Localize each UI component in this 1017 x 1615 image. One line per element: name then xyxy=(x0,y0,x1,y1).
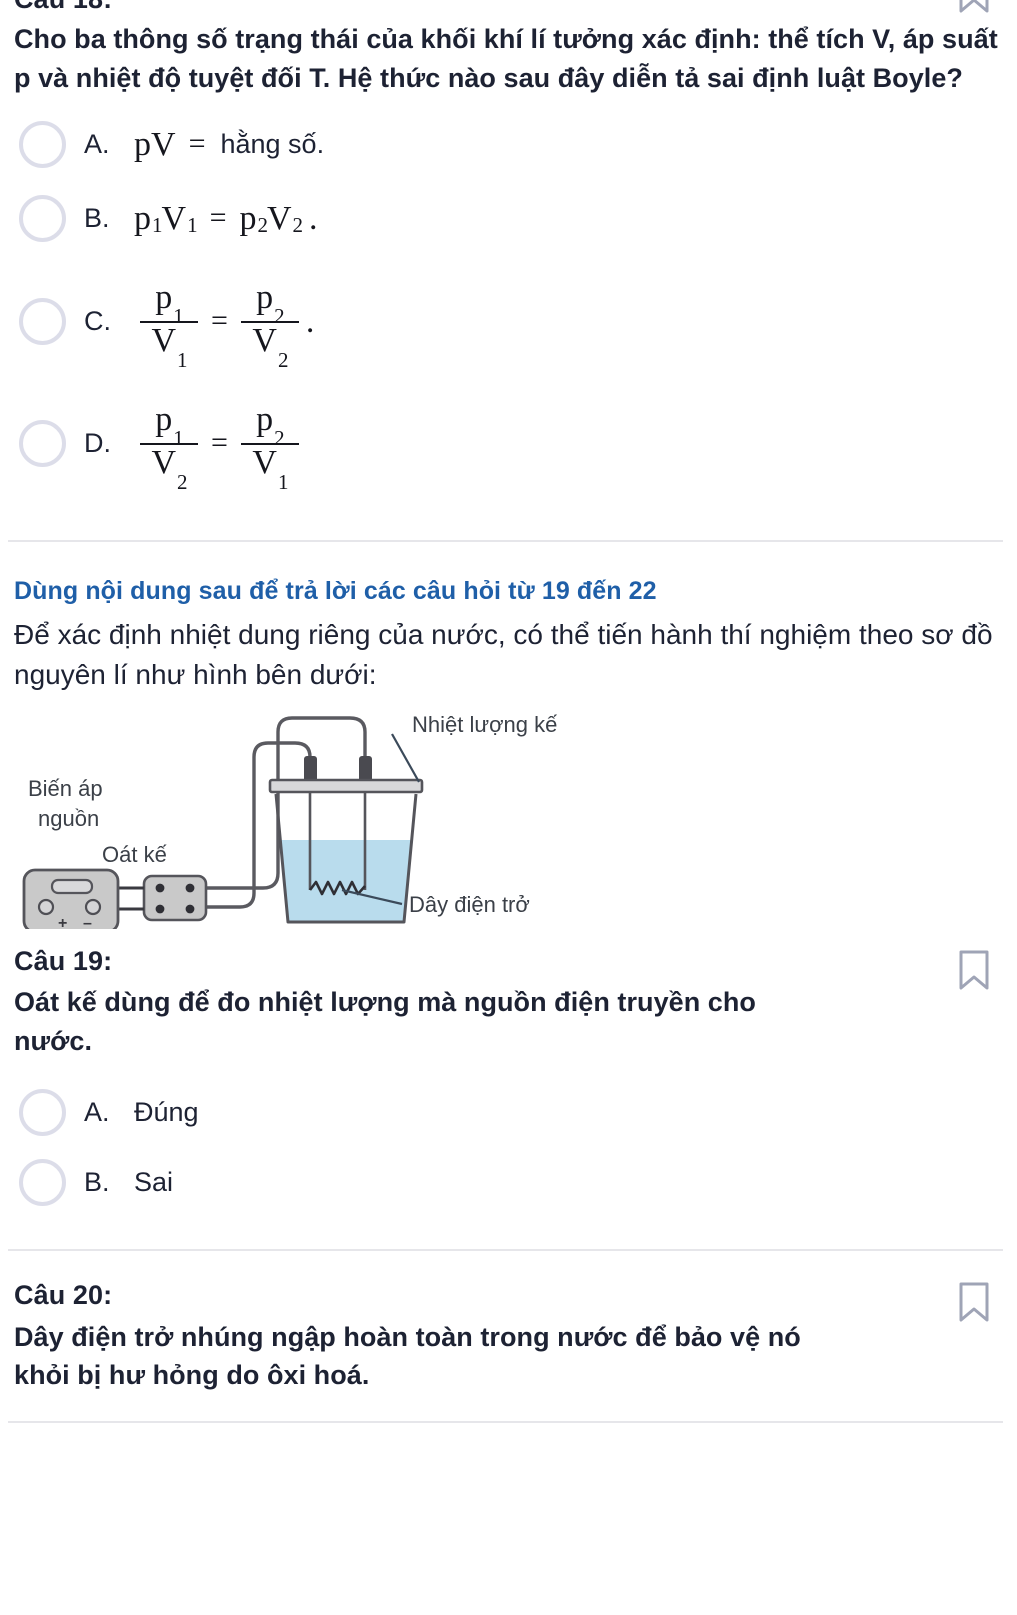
passage-block: Dùng nội dung sau để trả lời các câu hỏi… xyxy=(0,574,1017,929)
question-19-text: Oát kế dùng để đo nhiệt lượng mà nguồn đ… xyxy=(14,987,756,1057)
calorimeter-lid xyxy=(268,778,424,794)
option-c-numerator-right: p2 xyxy=(256,278,285,328)
section-divider xyxy=(8,539,1003,542)
radio-b[interactable] xyxy=(19,1158,66,1206)
terminal-minus-label: – xyxy=(83,915,92,929)
option-a[interactable]: A. Đúng xyxy=(14,1079,1003,1145)
option-b[interactable]: B. Sai xyxy=(14,1149,1003,1215)
question-20-label: Câu 20: xyxy=(14,1280,113,1311)
option-b-right-v: V xyxy=(266,199,292,237)
passage-body: Để xác định nhiệt dung riêng của nước, c… xyxy=(14,618,993,691)
option-d-fraction-right: p2 V1 xyxy=(240,400,299,494)
radio-d[interactable] xyxy=(19,420,66,468)
option-c-denominator-right: V2 xyxy=(252,321,289,372)
section-divider xyxy=(8,1249,1003,1252)
option-b-right-p-sub: 2 xyxy=(257,213,268,238)
option-c-letter: C. xyxy=(84,306,111,337)
bookmark-icon[interactable] xyxy=(957,949,991,991)
question-18-block: Cho ba thông số trạng thái của khối khí … xyxy=(0,20,1017,496)
calorimeter-label: Nhiệt lượng kế xyxy=(412,712,557,737)
option-d-formula: p1 V2 = p2 V1 xyxy=(140,400,306,494)
option-d[interactable]: D. p1 V2 = p2 V1 xyxy=(14,392,1003,496)
option-b-left-p: p xyxy=(134,199,151,237)
question-20-block: Câu 20: Dây điện trở nhúng ngập hoàn toà… xyxy=(0,1277,1017,1395)
option-a-letter: A. xyxy=(84,129,110,160)
option-d-numerator-right: p2 xyxy=(256,400,285,450)
resistor-label: Dây điện trở xyxy=(409,892,530,917)
question-18-label: Câu 18: xyxy=(14,0,112,12)
electrode-post-left xyxy=(304,755,317,782)
option-a-text: hằng số. xyxy=(220,129,325,160)
option-c-equals: = xyxy=(211,303,228,337)
radio-c[interactable] xyxy=(19,298,66,346)
bookmark-icon[interactable] xyxy=(957,1281,991,1323)
option-a-text: Đúng xyxy=(134,1096,199,1127)
question-19-block: Câu 19: Oát kế dùng để đo nhiệt lượng mà… xyxy=(0,943,1017,1215)
radio-a[interactable] xyxy=(19,1088,66,1136)
option-a-expr: pV xyxy=(134,125,176,163)
option-c-fraction-right: p2 V2 xyxy=(240,278,299,372)
option-c-tail: . xyxy=(305,302,315,340)
option-b-tail: . xyxy=(309,199,318,237)
power-supply-label-line1: Biến áp xyxy=(28,776,103,801)
power-supply-box xyxy=(22,868,120,929)
option-c-numerator-left: p1 xyxy=(155,278,184,328)
question-20-text: Dây điện trở nhúng ngập hoàn toàn trong … xyxy=(14,1321,801,1391)
option-b-left-v: V xyxy=(161,199,187,237)
question-18-label-clipped: Câu 18: xyxy=(0,0,1017,12)
experiment-diagram-svg: + – Biến áp nguồn Oát kế Nhiệt lượng kế … xyxy=(22,712,557,929)
option-a[interactable]: A. pV = hằng số. xyxy=(14,112,1003,178)
option-d-fraction-left: p1 V2 xyxy=(140,400,198,494)
option-d-numerator-left: p1 xyxy=(155,400,184,450)
option-a-letter: A. xyxy=(84,1096,110,1127)
option-b-formula: p1V1 = p2V2 . xyxy=(134,199,318,238)
option-b-right-v-sub: 2 xyxy=(292,213,304,238)
option-b[interactable]: B. p1V1 = p2V2 . xyxy=(14,186,1003,252)
option-b-text: Sai xyxy=(134,1166,174,1197)
radio-b[interactable] xyxy=(19,195,66,243)
option-b-left-p-sub: 1 xyxy=(152,213,163,238)
question-18-text: Cho ba thông số trạng thái của khối khí … xyxy=(14,24,998,93)
option-a-equals: = xyxy=(188,126,206,160)
wattmeter-label: Oát kế xyxy=(102,842,167,867)
option-b-letter: B. xyxy=(84,1166,110,1197)
power-supply-display xyxy=(50,878,94,895)
wattmeter-box xyxy=(142,874,208,922)
option-b-left-v-sub: 1 xyxy=(187,213,198,238)
option-d-denominator-right: V1 xyxy=(252,443,289,494)
power-supply-label-line2: nguồn xyxy=(38,806,99,831)
option-b-equals: = xyxy=(209,200,227,234)
power-supply-knob-left xyxy=(37,898,55,916)
option-c[interactable]: C. p1 V1 = p2 V2 . xyxy=(14,270,1003,374)
question-19-options: A. Đúng B. Sai xyxy=(14,1079,1003,1215)
option-d-denominator-left: V2 xyxy=(151,443,188,494)
power-supply-knob-right xyxy=(84,898,102,916)
option-c-formula: p1 V1 = p2 V2 . xyxy=(140,278,315,372)
quiz-page: Câu 18: Cho ba thông số trạng thái của k… xyxy=(0,0,1017,1424)
terminal-plus-label: + xyxy=(58,915,67,929)
option-a-formula: pV = xyxy=(134,125,218,163)
electrode-post-right xyxy=(359,755,372,782)
option-d-equals: = xyxy=(211,425,228,459)
option-c-fraction-left: p1 V1 xyxy=(140,278,198,372)
option-b-letter: B. xyxy=(84,203,110,234)
question-18-options: A. pV = hằng số. B. p1V1 = p2V2 . C. p1 … xyxy=(14,112,1003,496)
bookmark-icon[interactable] xyxy=(957,0,991,14)
question-19-label: Câu 19: xyxy=(14,945,113,976)
option-b-right-p: p xyxy=(239,199,257,237)
radio-a[interactable] xyxy=(19,121,66,169)
experiment-diagram: + – Biến áp nguồn Oát kế Nhiệt lượng kế … xyxy=(20,704,640,929)
option-d-letter: D. xyxy=(84,428,111,459)
option-c-denominator-left: V1 xyxy=(151,321,188,372)
calorimeter-leader-line xyxy=(391,733,420,783)
calorimeter-water xyxy=(276,839,416,922)
passage-heading: Dùng nội dung sau để trả lời các câu hỏi… xyxy=(14,576,657,605)
bottom-divider xyxy=(8,1421,1003,1424)
